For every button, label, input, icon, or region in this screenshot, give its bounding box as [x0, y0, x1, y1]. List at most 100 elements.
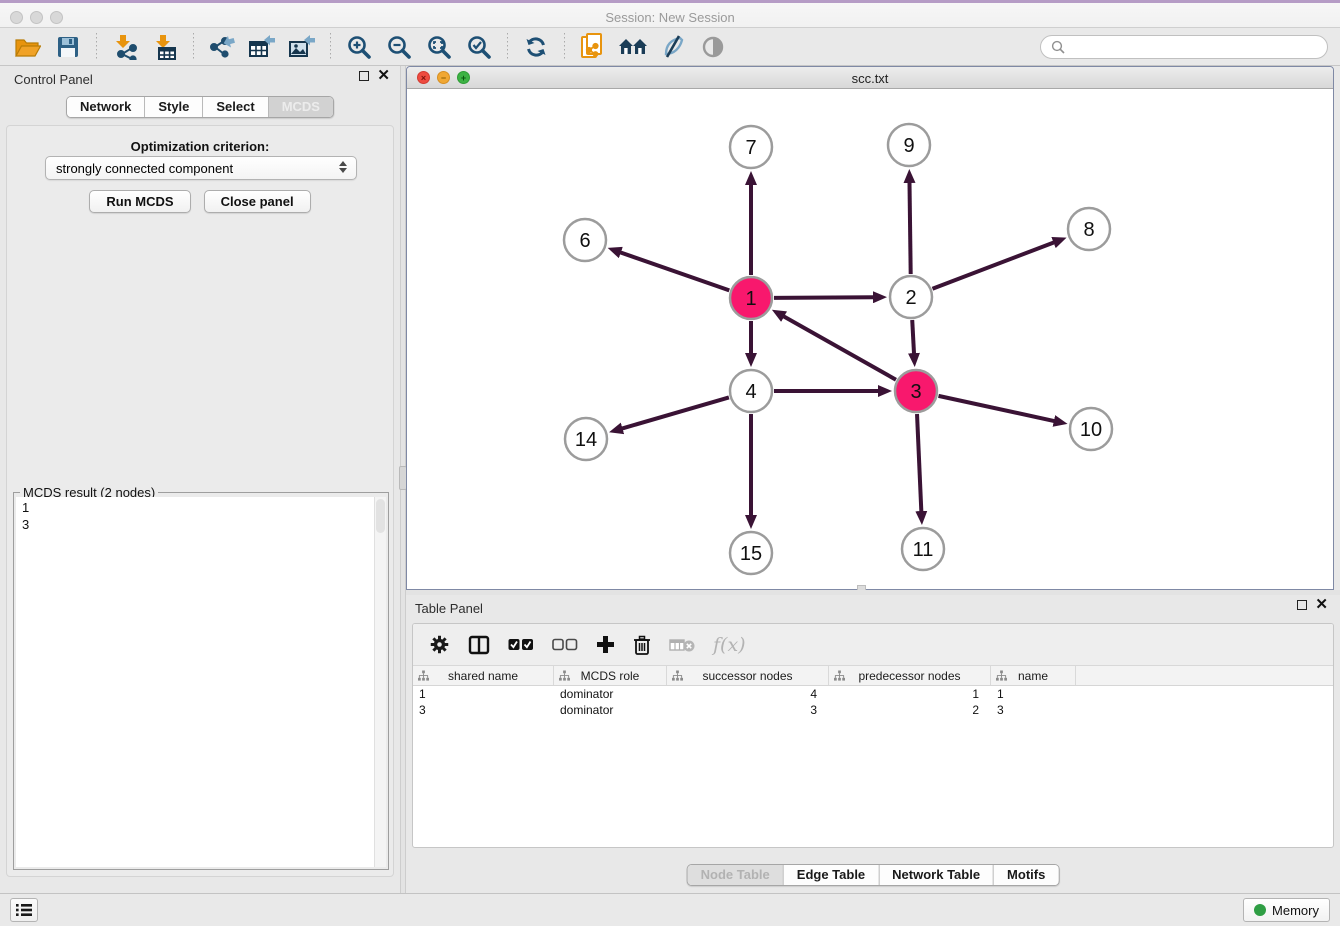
create-column-button[interactable] — [596, 635, 615, 654]
function-builder-button[interactable]: f(x) — [713, 634, 746, 656]
show-graphics-details-button[interactable] — [696, 31, 730, 63]
select-all-columns-button[interactable] — [508, 638, 534, 651]
tab-mcds[interactable]: MCDS — [268, 97, 333, 117]
mcds-result-text[interactable]: 1 3 — [16, 497, 374, 867]
network-window-titlebar[interactable]: × − + scc.txt — [407, 67, 1333, 89]
edge-2-3[interactable] — [912, 320, 914, 354]
table-row[interactable]: 3dominator323 — [413, 702, 1333, 718]
first-neighbors-button[interactable] — [616, 31, 650, 63]
apply-layout-button[interactable] — [519, 31, 553, 63]
column-header-shared-name[interactable]: shared name — [413, 666, 554, 685]
duplicate-network-icon — [580, 33, 606, 61]
network-canvas[interactable]: 7968124314101511 — [407, 89, 1333, 589]
table-cell[interactable]: 3 — [667, 702, 829, 718]
table-cell[interactable]: 1 — [991, 686, 1076, 702]
zoom-fit-button[interactable] — [422, 31, 456, 63]
column-header-predecessor-nodes[interactable]: predecessor nodes — [829, 666, 991, 685]
tab-network-table[interactable]: Network Table — [878, 865, 993, 885]
import-network-icon — [112, 34, 138, 60]
table-settings-button[interactable] — [429, 634, 450, 655]
table-cell[interactable]: 3 — [991, 702, 1076, 718]
column-header-MCDS-role[interactable]: MCDS role — [554, 666, 667, 685]
zoom-selected-button[interactable] — [462, 31, 496, 63]
run-mcds-button[interactable]: Run MCDS — [89, 190, 190, 213]
toolbar-separator — [330, 33, 331, 61]
app-title: Session: New Session — [0, 10, 1340, 25]
main-toolbar — [0, 28, 1340, 66]
node-label: 8 — [1083, 219, 1094, 241]
delete-column-button[interactable] — [633, 635, 651, 655]
attribute-type-icon — [559, 670, 570, 685]
table-cell[interactable]: 1 — [829, 686, 991, 702]
node-label: 6 — [579, 230, 590, 252]
column-label: shared name — [448, 669, 518, 683]
trash-icon — [633, 635, 651, 655]
import-network-button[interactable] — [108, 31, 142, 63]
control-panel-tabs: NetworkStyleSelectMCDS — [66, 96, 334, 118]
show-column-button[interactable] — [468, 635, 490, 655]
save-icon — [57, 36, 79, 58]
edge-3-10[interactable] — [938, 396, 1054, 421]
float-panel-icon[interactable] — [1297, 600, 1307, 610]
table-cell[interactable]: 3 — [413, 702, 554, 718]
tab-node-table[interactable]: Node Table — [688, 865, 783, 885]
search-input[interactable] — [1071, 40, 1317, 54]
column-label: name — [1018, 669, 1048, 683]
edge-1-6[interactable] — [620, 252, 729, 290]
export-image-button[interactable] — [285, 31, 319, 63]
tab-style[interactable]: Style — [144, 97, 202, 117]
table-panel: Table Panel ✕ — [406, 595, 1340, 893]
table-cell[interactable]: dominator — [554, 686, 667, 702]
edge-3-11[interactable] — [917, 414, 921, 512]
edge-2-8[interactable] — [932, 242, 1054, 289]
close-panel-icon[interactable]: ✕ — [377, 70, 390, 82]
mcds-panel: Optimization criterion: strongly connect… — [6, 125, 394, 877]
table-cell[interactable]: dominator — [554, 702, 667, 718]
new-network-from-selection-button[interactable] — [576, 31, 610, 63]
criterion-value: strongly connected component — [56, 161, 233, 176]
criterion-dropdown[interactable]: strongly connected component — [45, 156, 357, 180]
zoom-in-button[interactable] — [342, 31, 376, 63]
table-cell[interactable]: 1 — [413, 686, 554, 702]
open-session-button[interactable] — [11, 31, 45, 63]
import-table-button[interactable] — [148, 31, 182, 63]
edge-2-9[interactable] — [909, 182, 910, 274]
control-panel-title: Control Panel — [14, 72, 93, 87]
delete-table-button[interactable] — [669, 637, 695, 653]
search-box[interactable] — [1040, 35, 1328, 59]
edge-4-14[interactable] — [622, 397, 729, 428]
table-cell[interactable]: 4 — [667, 686, 829, 702]
save-session-button[interactable] — [51, 31, 85, 63]
table-cell[interactable]: 2 — [829, 702, 991, 718]
task-history-button[interactable] — [10, 898, 38, 922]
column-label: predecessor nodes — [858, 669, 960, 683]
column-header-name[interactable]: name — [991, 666, 1076, 685]
memory-button[interactable]: Memory — [1243, 898, 1330, 922]
eye-icon — [700, 34, 726, 60]
close-panel-icon[interactable]: ✕ — [1315, 599, 1328, 611]
edge-3-1[interactable] — [783, 316, 896, 380]
attribute-type-icon — [996, 670, 1007, 685]
edge-1-2[interactable] — [774, 297, 874, 298]
tab-motifs[interactable]: Motifs — [993, 865, 1058, 885]
close-panel-button[interactable]: Close panel — [204, 190, 311, 213]
tab-edge-table[interactable]: Edge Table — [783, 865, 878, 885]
plus-icon — [596, 635, 615, 654]
float-panel-icon[interactable] — [359, 71, 369, 81]
export-table-button[interactable] — [245, 31, 279, 63]
column-header-successor-nodes[interactable]: successor nodes — [667, 666, 829, 685]
unselect-all-columns-button[interactable] — [552, 638, 578, 651]
export-network-button[interactable] — [205, 31, 239, 63]
table-row[interactable]: 1dominator411 — [413, 686, 1333, 702]
hide-graphics-details-button[interactable] — [656, 31, 690, 63]
tab-select[interactable]: Select — [202, 97, 267, 117]
houses-icon — [618, 35, 648, 59]
toolbar-separator — [564, 33, 565, 61]
zoom-out-button[interactable] — [382, 31, 416, 63]
node-label: 10 — [1080, 419, 1102, 441]
tab-network[interactable]: Network — [67, 97, 144, 117]
memory-status-icon — [1254, 904, 1266, 916]
refresh-icon — [523, 34, 549, 60]
zoom-selected-icon — [466, 34, 492, 60]
scrollbar[interactable] — [374, 497, 386, 867]
